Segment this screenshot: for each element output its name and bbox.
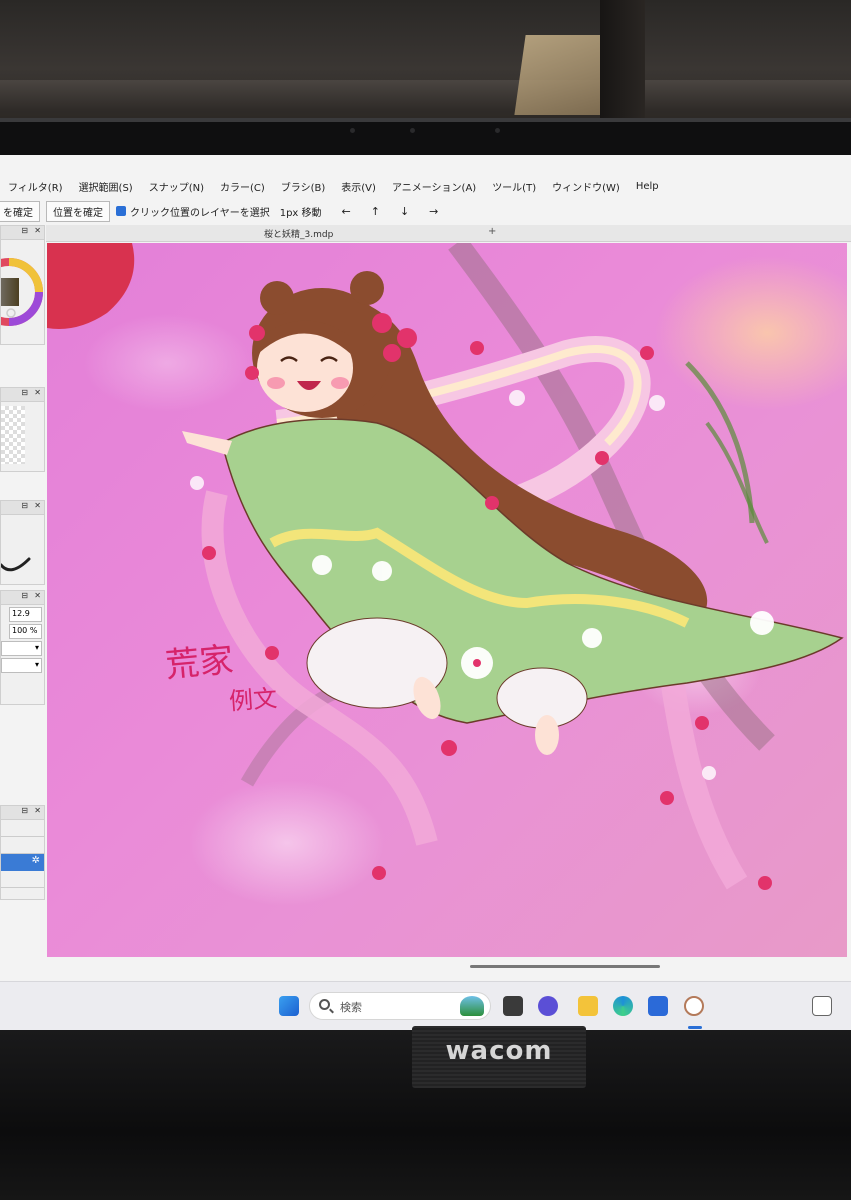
- panel-float-icon[interactable]: ⊟: [21, 226, 28, 235]
- panel-close-icon[interactable]: ✕: [34, 591, 41, 600]
- panel-header: ⊟ ✕: [1, 806, 44, 820]
- layers-panel: ⊟ ✕ ✲: [0, 805, 45, 900]
- gear-icon[interactable]: ✲: [32, 855, 40, 866]
- start-icon[interactable]: [279, 996, 299, 1016]
- menu-color[interactable]: カラー(C): [212, 179, 273, 194]
- store-icon[interactable]: [648, 996, 668, 1016]
- arrow-up-icon[interactable]: ↑: [371, 205, 380, 218]
- brush-settings-panel: ⊟ ✕ 12.9 100 % ▾ ▾: [0, 590, 45, 705]
- panel-header: ⊟ ✕: [1, 226, 44, 240]
- menu-help[interactable]: Help: [628, 181, 667, 192]
- click-select-checkbox[interactable]: [116, 206, 126, 216]
- background-room: [0, 0, 851, 125]
- brand-logo: wacom: [445, 1036, 553, 1066]
- close-tab-icon[interactable]: +: [488, 226, 496, 237]
- panel-close-icon[interactable]: ✕: [34, 388, 41, 397]
- panel-float-icon[interactable]: ⊟: [21, 591, 28, 600]
- brush-size-field[interactable]: 12.9: [9, 607, 42, 622]
- active-app-indicator: [688, 1026, 702, 1029]
- panel-float-icon[interactable]: ⊟: [21, 806, 28, 815]
- brush-panel: ⊟ ✕: [0, 500, 45, 585]
- confirm-button[interactable]: を確定: [0, 200, 40, 222]
- brand-tab: wacom: [412, 1026, 586, 1088]
- menu-tool[interactable]: ツール(T): [484, 179, 544, 194]
- chat-icon[interactable]: [538, 996, 558, 1016]
- menu-brush[interactable]: ブラシ(B): [273, 179, 333, 194]
- notification-icon[interactable]: [812, 996, 832, 1016]
- search-icon: [319, 999, 330, 1010]
- shelf: [0, 80, 851, 110]
- windows-taskbar: 検索: [0, 981, 851, 1031]
- tablet-screen: フィルタ(R) 選択範囲(S) スナップ(N) カラー(C) ブラシ(B) 表示…: [0, 155, 851, 1031]
- layer-preview-panel: ⊟ ✕: [0, 387, 45, 472]
- arrow-down-icon[interactable]: ↓: [400, 205, 409, 218]
- panel-close-icon[interactable]: ✕: [34, 806, 41, 815]
- medibang-app-icon[interactable]: [684, 996, 704, 1016]
- move-step-label: 1px 移動: [279, 207, 322, 219]
- menu-filter[interactable]: フィルタ(R): [0, 179, 71, 194]
- layer-row[interactable]: [1, 820, 44, 837]
- document-title: 桜と妖精_3.mdp: [264, 230, 334, 240]
- drawing-canvas[interactable]: 荒家 例文: [47, 243, 847, 957]
- panel-float-icon[interactable]: ⊟: [21, 388, 28, 397]
- document-tab[interactable]: 桜と妖精_3.mdp +: [46, 225, 851, 242]
- background-pillar: [600, 0, 645, 125]
- menu-selection[interactable]: 選択範囲(S): [71, 179, 141, 194]
- confirm-position-button[interactable]: 位置を確定: [46, 200, 110, 222]
- horizontal-scrollbar[interactable]: [470, 965, 660, 968]
- brush-stroke-preview: [0, 557, 31, 572]
- menu-animation[interactable]: アニメーション(A): [384, 179, 484, 194]
- color-wheel[interactable]: [0, 240, 46, 344]
- panel-header: ⊟ ✕: [1, 591, 44, 605]
- menu-window[interactable]: ウィンドウ(W): [544, 179, 628, 194]
- arrow-left-icon[interactable]: ←: [342, 205, 351, 218]
- brush-option-select[interactable]: ▾: [1, 658, 42, 673]
- panel-close-icon[interactable]: ✕: [34, 226, 41, 235]
- signature-line-2: 例文: [228, 684, 279, 716]
- panel-header: ⊟ ✕: [1, 388, 44, 402]
- layer-row-selected[interactable]: ✲: [1, 854, 44, 871]
- panel-float-icon[interactable]: ⊟: [21, 501, 28, 510]
- edge-browser-icon[interactable]: [613, 996, 633, 1016]
- opacity-field[interactable]: 100 %: [9, 624, 42, 639]
- layer-row[interactable]: [1, 837, 44, 854]
- menu-snap[interactable]: スナップ(N): [141, 179, 212, 194]
- checker-preview: [1, 406, 25, 464]
- click-select-label: クリック位置のレイヤーを選択: [130, 207, 270, 219]
- signature: 荒家 例文: [164, 633, 279, 716]
- arrow-right-icon[interactable]: →: [429, 205, 438, 218]
- widgets-icon[interactable]: [460, 996, 484, 1016]
- artwork: [47, 243, 844, 890]
- blend-select[interactable]: ▾: [1, 641, 42, 656]
- panel-close-icon[interactable]: ✕: [34, 501, 41, 510]
- signature-line-1: 荒家: [163, 640, 236, 686]
- panel-header: ⊟ ✕: [1, 501, 44, 515]
- camera-sensors: [350, 128, 510, 134]
- menubar: フィルタ(R) 選択範囲(S) スナップ(N) カラー(C) ブラシ(B) 表示…: [0, 175, 851, 197]
- file-explorer-icon[interactable]: [578, 996, 598, 1016]
- search-placeholder: 検索: [340, 1001, 362, 1014]
- layer-row[interactable]: [1, 871, 44, 888]
- tool-options-bar: を確定 位置を確定 クリック位置のレイヤーを選択 1px 移動 ← ↑ ↓ →: [0, 200, 851, 222]
- color-wheel-panel: ⊟ ✕: [0, 225, 45, 345]
- menu-view[interactable]: 表示(V): [333, 179, 384, 194]
- task-view-icon[interactable]: [503, 996, 523, 1016]
